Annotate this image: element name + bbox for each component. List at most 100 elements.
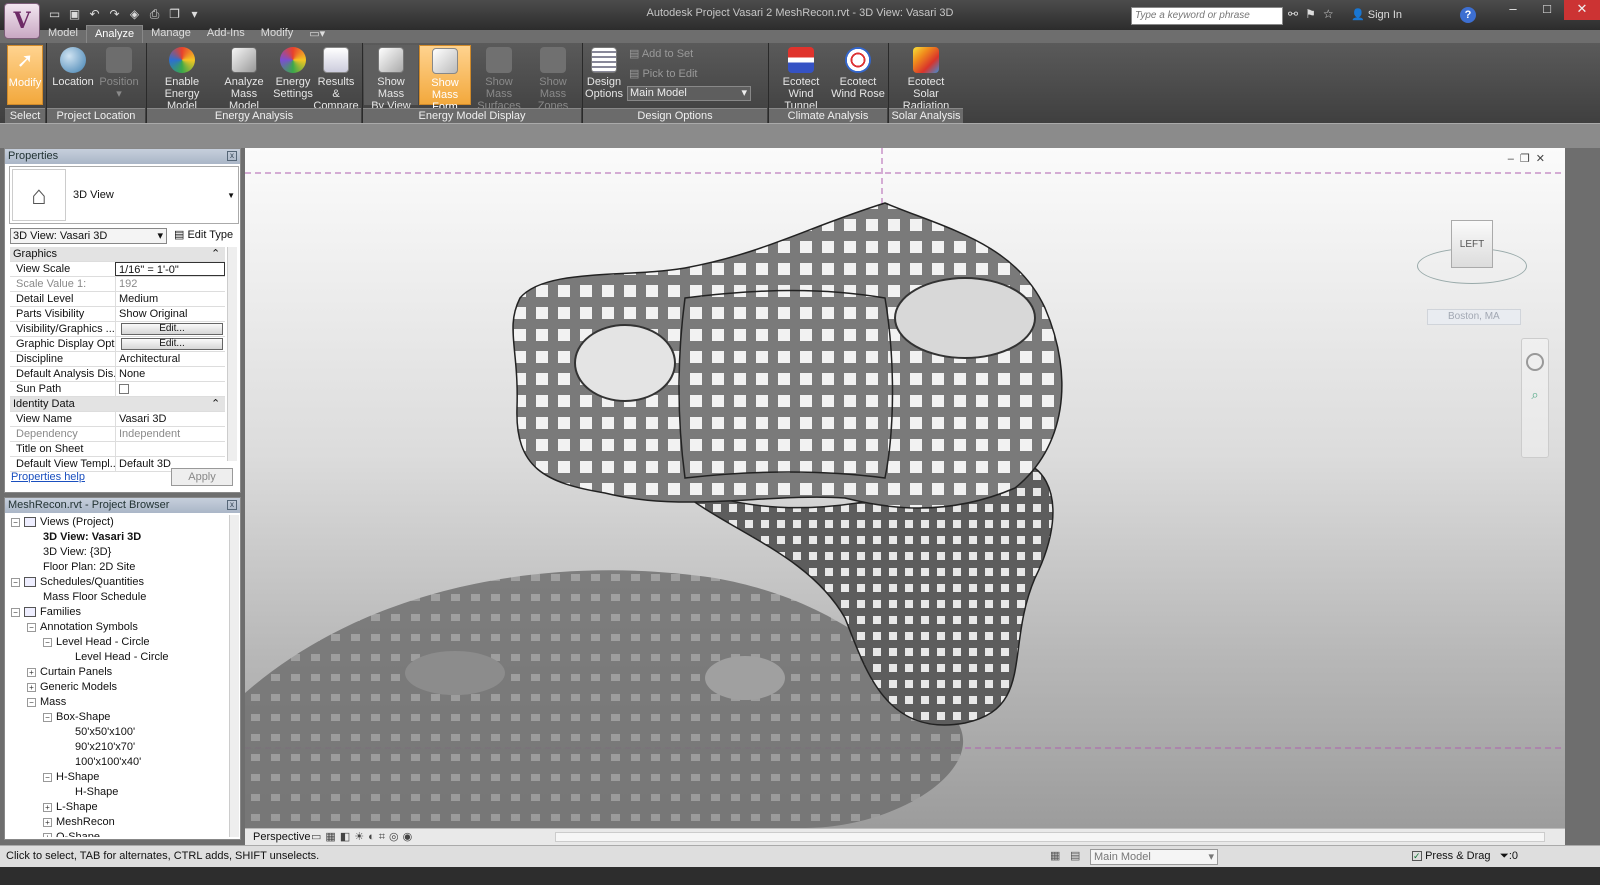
analyze-mass-model-button[interactable]: Analyze Mass Model: [215, 45, 273, 112]
expand-icon[interactable]: +: [43, 832, 52, 837]
prop-row[interactable]: Detail Level Medium: [10, 292, 225, 307]
expand-icon[interactable]: +: [27, 667, 36, 677]
prop-row[interactable]: Title on Sheet: [10, 442, 225, 457]
detail-level-icon[interactable]: ▦: [325, 831, 339, 843]
browser-scrollbar[interactable]: [229, 515, 239, 837]
prop-value[interactable]: Show Original: [115, 307, 225, 321]
modify-button[interactable]: ➚ Modify: [7, 45, 43, 105]
prop-row[interactable]: Default Analysis Dis... None: [10, 367, 225, 382]
3d-viewport[interactable]: –❐✕ LEFT Boston, MA ⌕: [245, 148, 1565, 828]
browser-tree-item[interactable]: − H-Shape: [7, 770, 229, 785]
filter-count[interactable]: ⏷:0: [1500, 850, 1518, 863]
subscription-icon[interactable]: ⚑: [1305, 7, 1316, 21]
properties-scrollbar[interactable]: [227, 247, 237, 461]
prop-row[interactable]: View Name Vasari 3D: [10, 412, 225, 427]
restore-view-icon[interactable]: ❐: [1520, 153, 1536, 165]
show-mass-surfaces-button[interactable]: Show Mass Surfaces: [473, 45, 525, 112]
application-menu-button[interactable]: V: [4, 3, 40, 39]
visibility-graphics-edit-button[interactable]: Edit...: [121, 323, 223, 335]
ecotect-wind-rose-button[interactable]: Ecotect Wind Rose: [831, 45, 885, 105]
prop-value[interactable]: [115, 442, 225, 456]
maximize-button[interactable]: □: [1530, 0, 1564, 20]
show-mass-zones-button[interactable]: Show Mass Zones: [527, 45, 579, 112]
mesh-model-render[interactable]: [245, 148, 1565, 828]
show-mass-by-view-button[interactable]: Show Mass By View: [364, 45, 418, 112]
design-options-status-icon[interactable]: ▤: [1070, 849, 1080, 862]
browser-tree-item[interactable]: − Box-Shape: [7, 710, 229, 725]
design-option-select[interactable]: Main Model ▾: [627, 86, 751, 101]
viewcube-face-left[interactable]: LEFT: [1451, 220, 1493, 268]
expand-icon[interactable]: +: [43, 817, 52, 827]
enable-energy-model-button[interactable]: Enable Energy Model: [149, 45, 215, 112]
press-drag-checkbox[interactable]: ✓ Press & Drag: [1412, 850, 1490, 862]
browser-tree-item[interactable]: 90'x210'x70': [7, 740, 229, 755]
close-window-button[interactable]: ✕: [1564, 0, 1600, 20]
zoom-icon[interactable]: ⌕: [1527, 387, 1543, 403]
browser-tree-item[interactable]: − Mass: [7, 695, 229, 710]
browser-tree-item[interactable]: + L-Shape: [7, 800, 229, 815]
collapse-icon[interactable]: −: [43, 637, 52, 647]
collapse-icon[interactable]: −: [27, 622, 36, 632]
collapse-icon[interactable]: −: [43, 772, 52, 782]
browser-tree-item[interactable]: Level Head - Circle: [7, 650, 229, 665]
browser-tree-item[interactable]: 50'x50'x100': [7, 725, 229, 740]
prop-value[interactable]: Architectural: [115, 352, 225, 366]
location-button[interactable]: Location: [51, 45, 95, 105]
group-identity-data[interactable]: Identity Data ⌃: [10, 397, 225, 412]
reveal-hidden-icon[interactable]: ◉: [403, 831, 417, 843]
view-mode-label[interactable]: Perspective: [253, 831, 310, 843]
show-mass-form-button[interactable]: Show Mass Form: [419, 45, 471, 113]
browser-tree-item[interactable]: − Views (Project): [7, 515, 229, 530]
collapse-icon[interactable]: −: [11, 607, 20, 617]
browser-tree-item[interactable]: − Schedules/Quantities: [7, 575, 229, 590]
binoculars-icon[interactable]: ⚯: [1288, 7, 1298, 21]
collapse-icon[interactable]: −: [43, 712, 52, 722]
browser-tree-item[interactable]: − Annotation Symbols: [7, 620, 229, 635]
steering-wheel-icon[interactable]: [1526, 353, 1544, 371]
browser-tree-item[interactable]: − Families: [7, 605, 229, 620]
sign-in-button[interactable]: 👤 Sign In: [1351, 8, 1402, 21]
tab-analyze[interactable]: Analyze: [85, 25, 144, 43]
collapse-icon[interactable]: −: [11, 517, 20, 527]
browser-tree-item[interactable]: Mass Floor Schedule: [7, 590, 229, 605]
tab-modify[interactable]: Modify: [253, 25, 301, 43]
shadows-icon[interactable]: ◐: [368, 831, 379, 843]
minimize-button[interactable]: –: [1496, 0, 1530, 20]
ribbon-options-button[interactable]: ▭▾: [301, 25, 333, 43]
browser-tree-item[interactable]: + MeshRecon: [7, 815, 229, 830]
tab-add-ins[interactable]: Add-Ins: [199, 25, 253, 43]
tab-model[interactable]: Model: [40, 25, 86, 43]
crop-icon[interactable]: ⌗: [379, 831, 389, 843]
ecotect-solar-radiation-button[interactable]: Ecotect Solar Radiation: [891, 45, 961, 112]
energy-settings-button[interactable]: Energy Settings: [273, 45, 313, 105]
sun-path-icon[interactable]: ☀: [354, 831, 368, 843]
design-options-button[interactable]: Design Options: [584, 45, 624, 105]
prop-row[interactable]: View Scale 1/16" = 1'-0": [10, 262, 225, 277]
apply-button[interactable]: Apply: [171, 468, 233, 486]
collapse-icon[interactable]: −: [27, 697, 36, 707]
close-icon[interactable]: x: [227, 151, 237, 161]
view-instance-select[interactable]: 3D View: Vasari 3D ▾: [10, 228, 167, 244]
pick-to-edit-button[interactable]: ▤ Pick to Edit: [629, 67, 697, 80]
position-button[interactable]: Position ▾: [97, 45, 141, 105]
expand-icon[interactable]: +: [43, 802, 52, 812]
scale-icon[interactable]: ▭: [311, 831, 325, 843]
add-to-set-button[interactable]: ▤ Add to Set: [629, 47, 693, 60]
browser-tree-item[interactable]: Floor Plan: 2D Site: [7, 560, 229, 575]
visual-style-icon[interactable]: ◧: [340, 831, 354, 843]
viewcube[interactable]: LEFT: [1417, 218, 1527, 298]
browser-tree-item[interactable]: 3D View: Vasari 3D: [7, 530, 229, 545]
tab-manage[interactable]: Manage: [143, 25, 199, 43]
search-input[interactable]: Type a keyword or phrase: [1131, 7, 1283, 25]
status-model-select[interactable]: Main Model ▾: [1090, 849, 1218, 865]
location-label[interactable]: Boston, MA: [1427, 309, 1521, 325]
favorites-star-icon[interactable]: ☆: [1323, 7, 1334, 21]
close-icon[interactable]: x: [227, 500, 237, 510]
browser-tree-item[interactable]: + Generic Models: [7, 680, 229, 695]
minimize-view-icon[interactable]: –: [1508, 153, 1520, 165]
edit-type-button[interactable]: ▤ Edit Type: [174, 228, 233, 241]
browser-tree-item[interactable]: − Level Head - Circle: [7, 635, 229, 650]
prop-value[interactable]: Vasari 3D: [115, 412, 225, 426]
group-graphics[interactable]: Graphics ⌃: [10, 247, 225, 262]
type-selector[interactable]: ⌂ 3D View ▼: [9, 166, 239, 224]
